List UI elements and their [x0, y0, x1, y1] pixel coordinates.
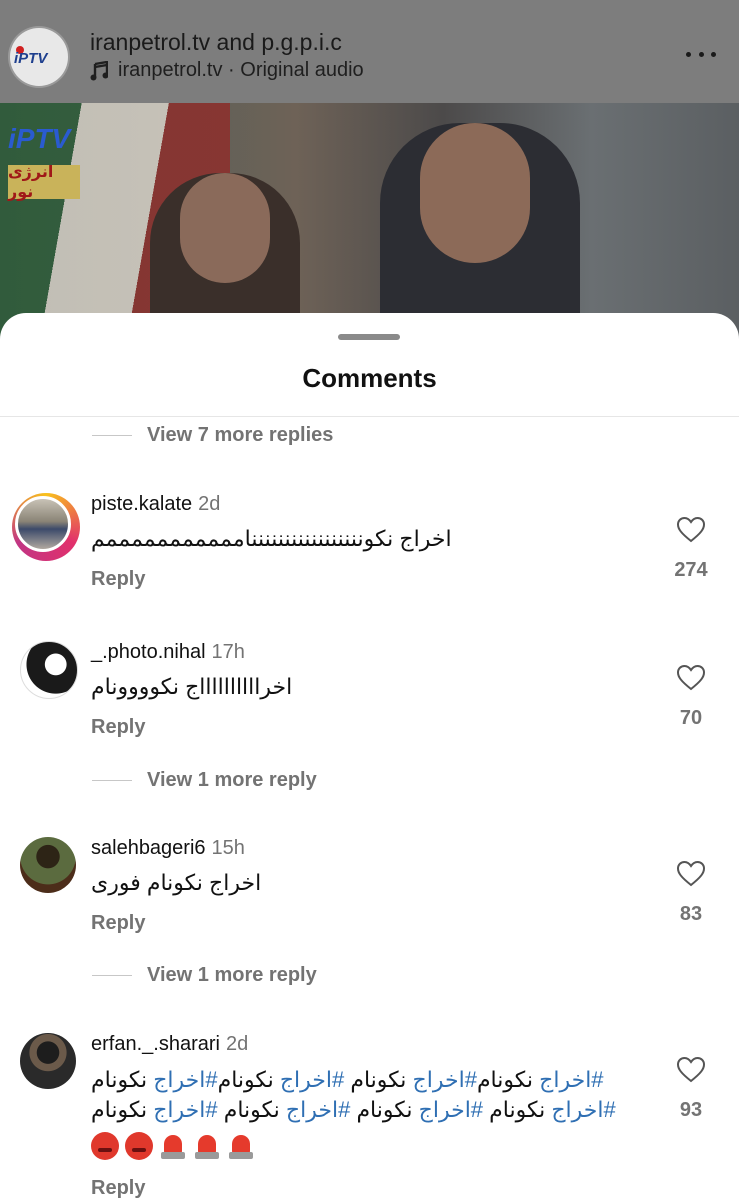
comment-header: erfan._.sharari 2d — [91, 1033, 248, 1056]
audio-link[interactable]: iranpetrol.tv · Original audio — [90, 59, 364, 82]
comment-time: 2d — [198, 493, 221, 515]
iptv-watermark: iPTV — [8, 123, 71, 154]
avatar-logo: iPTV — [14, 50, 48, 67]
person-right — [380, 123, 580, 343]
reply-button[interactable]: Reply — [91, 912, 145, 935]
view-more-replies[interactable]: View 1 more reply — [92, 964, 317, 987]
like-heart-icon[interactable] — [676, 860, 706, 888]
commenter-avatar[interactable] — [20, 1033, 76, 1089]
emoji-row — [91, 1132, 255, 1160]
view-replies-label: View 1 more reply — [147, 769, 317, 791]
reply-button[interactable]: Reply — [91, 716, 145, 739]
comment-username[interactable]: _.photo.nihal — [91, 641, 206, 663]
noor-watermark: انرژی نور — [8, 164, 80, 201]
like-heart-icon[interactable] — [676, 1056, 706, 1084]
comment-text-line-2: #اخراج نکونام #اخراج نکونام #اخراج نکونا… — [91, 1097, 616, 1122]
siren-icon — [193, 1132, 221, 1160]
siren-icon — [159, 1132, 187, 1160]
comment-username[interactable]: salehbageri6 — [91, 837, 206, 859]
like-count: 274 — [674, 559, 708, 581]
hashtag[interactable]: #اخراج — [280, 1067, 344, 1092]
channel-avatar[interactable]: iPTV — [10, 28, 68, 86]
hashtag[interactable]: #اخراج — [153, 1097, 217, 1122]
comment-header: _.photo.nihal 17h — [91, 641, 245, 664]
commenter-avatar[interactable] — [20, 641, 78, 699]
like-heart-icon[interactable] — [676, 664, 706, 692]
reply-button[interactable]: Reply — [91, 568, 145, 591]
audio-label: iranpetrol.tv · Original audio — [118, 59, 364, 81]
like-heart-icon[interactable] — [676, 516, 706, 544]
reply-button[interactable]: Reply — [91, 1177, 145, 1200]
comment-text: اخراج نکونام فوری — [91, 870, 262, 895]
like-count: 70 — [679, 707, 703, 729]
comment-time: 15h — [211, 837, 245, 859]
view-replies-label: View 1 more reply — [147, 964, 317, 986]
like-count: 93 — [679, 1099, 703, 1121]
comment-header: piste.kalate 2d — [91, 493, 220, 516]
hashtag[interactable]: #اخراج — [551, 1097, 615, 1122]
video-preview[interactable]: iPTV انرژی نور — [0, 103, 739, 343]
hashtag[interactable]: #اخراج — [413, 1067, 477, 1092]
hashtag[interactable]: #اخراج — [419, 1097, 483, 1122]
music-note-icon — [90, 60, 108, 80]
comment-header: salehbageri6 15h — [91, 837, 245, 860]
sheet-drag-handle[interactable] — [338, 334, 400, 340]
view-more-replies[interactable]: View 1 more reply — [92, 769, 317, 792]
hashtag[interactable]: #اخراج — [286, 1097, 350, 1122]
comment-text: اخراج نکونننننننننننننننننامممممممممممم — [91, 526, 452, 551]
sheet-divider — [0, 416, 739, 417]
like-count: 83 — [679, 903, 703, 925]
comment-username[interactable]: erfan._.sharari — [91, 1033, 220, 1055]
view-more-replies-top[interactable]: View 7 more replies — [92, 424, 333, 447]
comment-time: 2d — [225, 1033, 249, 1055]
siren-icon — [227, 1132, 255, 1160]
reel-header: iPTV iranpetrol.tv and p.g.p.i.c iranpet… — [0, 0, 739, 103]
comment-text: اخرااااااااااج نکوووونام — [91, 674, 293, 699]
sheet-title: Comments — [302, 363, 437, 393]
comment-username[interactable]: piste.kalate — [91, 493, 192, 515]
angry-face-icon — [91, 1132, 119, 1160]
commenter-avatar[interactable] — [20, 837, 76, 893]
view-replies-label: View 7 more replies — [147, 424, 334, 446]
reel-title[interactable]: iranpetrol.tv and p.g.p.i.c — [90, 29, 342, 56]
comment-time: 17h — [211, 641, 245, 663]
more-options-icon[interactable] — [686, 46, 716, 62]
hashtag[interactable]: #اخراج — [539, 1067, 603, 1092]
comments-sheet: Comments View 7 more replies piste.kalat… — [0, 313, 739, 1200]
commenter-avatar[interactable] — [12, 493, 80, 561]
comment-text-line-1: #اخراج نکونام#اخراج نکونام #اخراج نکونام… — [91, 1067, 604, 1092]
angry-face-icon — [125, 1132, 153, 1160]
hashtag[interactable]: #اخراج — [153, 1067, 217, 1092]
